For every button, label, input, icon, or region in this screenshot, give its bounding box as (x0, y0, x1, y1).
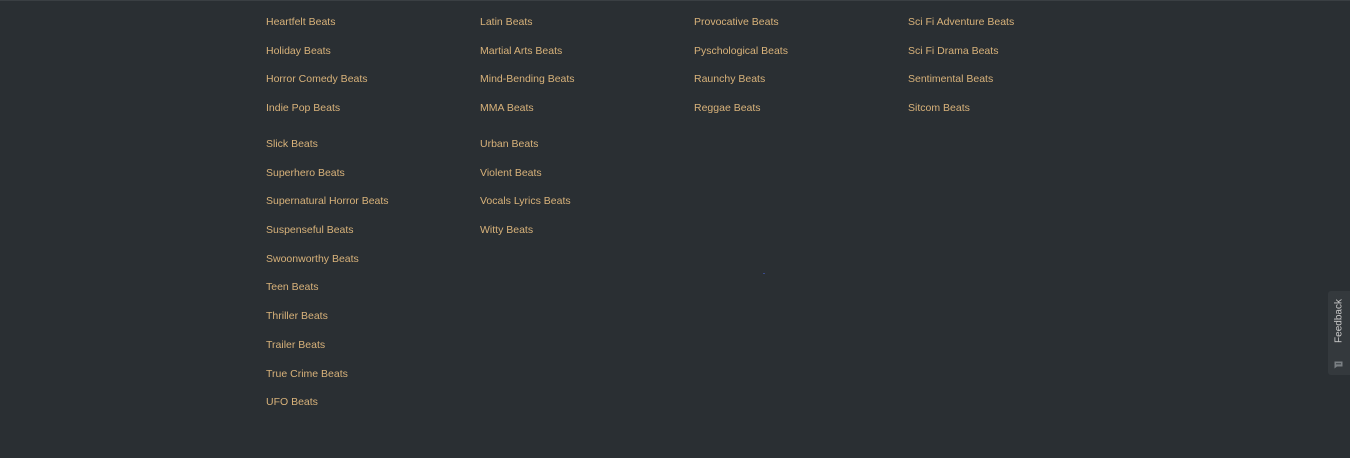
genre-link[interactable]: Teen Beats (266, 273, 480, 302)
genre-link[interactable]: Violent Beats (480, 159, 694, 188)
genre-link[interactable]: UFO Beats (266, 388, 480, 417)
genre-link[interactable]: Sci Fi Drama Beats (908, 37, 1122, 66)
genre-link[interactable]: Witty Beats (480, 216, 694, 245)
genre-link[interactable]: Reggae Beats (694, 94, 908, 123)
genre-link[interactable]: MMA Beats (480, 94, 694, 123)
genre-link[interactable]: Mind-Bending Beats (480, 65, 694, 94)
genre-link[interactable]: Latin Beats (480, 8, 694, 37)
genre-link[interactable]: Thriller Beats (266, 302, 480, 331)
genre-link[interactable]: Indie Pop Beats (266, 94, 480, 123)
genre-column: Sci Fi Adventure Beats Sci Fi Drama Beat… (908, 8, 1122, 123)
genre-link[interactable]: Provocative Beats (694, 8, 908, 37)
genre-link[interactable]: Trailer Beats (266, 331, 480, 360)
genre-column: Heartfelt Beats Holiday Beats Horror Com… (266, 8, 480, 123)
genre-link[interactable]: Superhero Beats (266, 159, 480, 188)
feedback-label: Feedback (1333, 299, 1345, 343)
genre-link[interactable]: Supernatural Horror Beats (266, 187, 480, 216)
genre-links-section: Heartfelt Beats Holiday Beats Horror Com… (0, 0, 1350, 459)
feedback-tab[interactable]: Feedback (1328, 291, 1350, 375)
genre-link[interactable]: Holiday Beats (266, 37, 480, 66)
genre-link[interactable]: Horror Comedy Beats (266, 65, 480, 94)
genre-link[interactable]: Suspenseful Beats (266, 216, 480, 245)
genre-column: Latin Beats Martial Arts Beats Mind-Bend… (480, 8, 694, 123)
genre-link[interactable]: Vocals Lyrics Beats (480, 187, 694, 216)
genre-link[interactable]: Sentimental Beats (908, 65, 1122, 94)
genre-link[interactable]: Martial Arts Beats (480, 37, 694, 66)
genre-link[interactable]: Heartfelt Beats (266, 8, 480, 37)
genre-link[interactable]: Urban Beats (480, 130, 694, 159)
genre-link[interactable]: Sci Fi Adventure Beats (908, 8, 1122, 37)
genre-column: Urban Beats Violent Beats Vocals Lyrics … (480, 130, 694, 417)
stray-pixel (763, 273, 765, 274)
genre-link[interactable]: Sitcom Beats (908, 94, 1122, 123)
genre-link[interactable]: Raunchy Beats (694, 65, 908, 94)
genre-link[interactable]: Pyschological Beats (694, 37, 908, 66)
genre-link-group-a: Heartfelt Beats Holiday Beats Horror Com… (266, 8, 1122, 123)
genre-link[interactable]: Swoonworthy Beats (266, 245, 480, 274)
genre-link[interactable]: Slick Beats (266, 130, 480, 159)
genre-link[interactable]: True Crime Beats (266, 360, 480, 389)
genre-column: Slick Beats Superhero Beats Supernatural… (266, 130, 480, 417)
genre-link-group-b: Slick Beats Superhero Beats Supernatural… (266, 130, 1122, 417)
chat-bubble-icon (1334, 356, 1343, 369)
genre-column: Provocative Beats Pyschological Beats Ra… (694, 8, 908, 123)
